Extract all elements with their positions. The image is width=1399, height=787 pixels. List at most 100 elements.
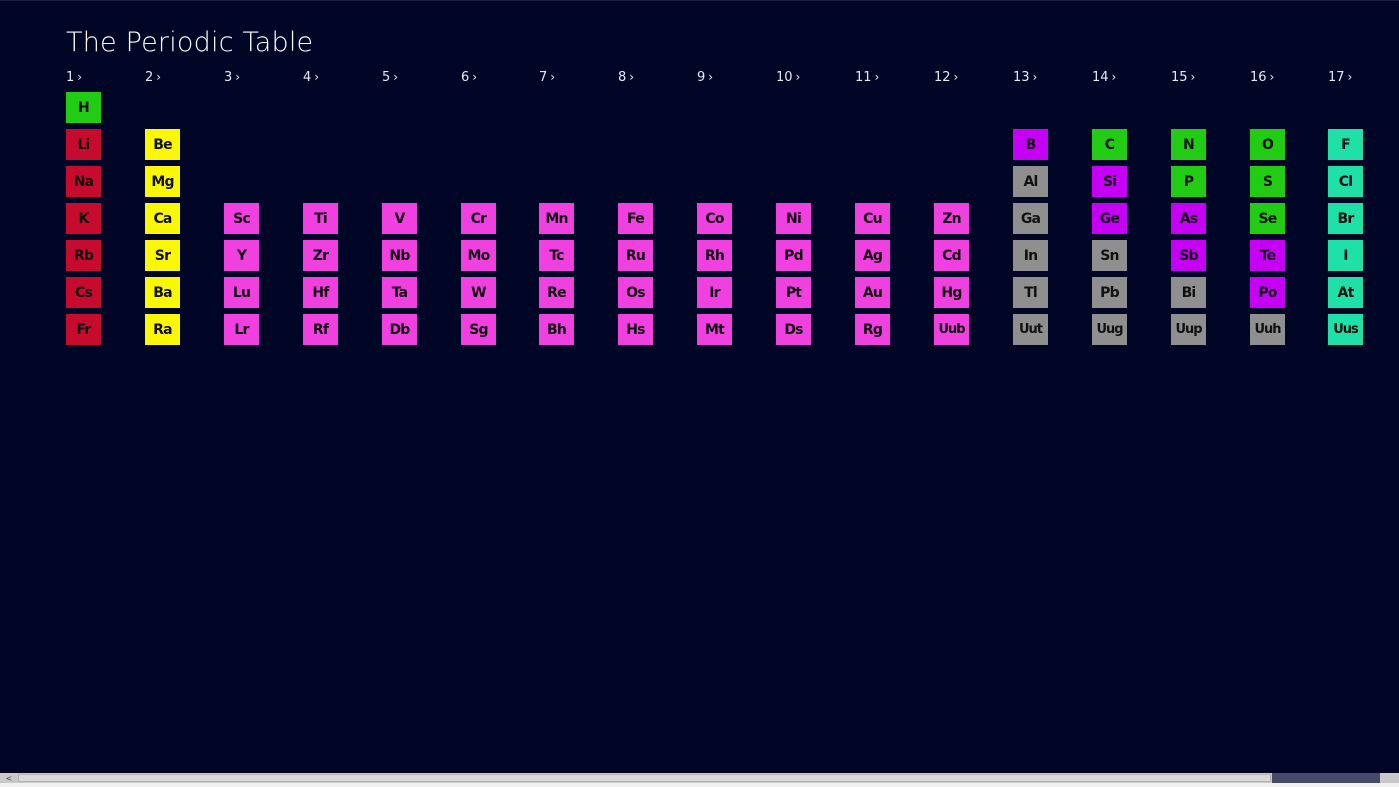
element-tile-bh[interactable]: Bh [539, 314, 574, 345]
element-tile-f[interactable]: F [1328, 129, 1363, 160]
group-header-6[interactable]: 6 › [461, 70, 477, 86]
element-tile-ru[interactable]: Ru [618, 240, 653, 271]
group-header-3[interactable]: 3 › [224, 70, 240, 86]
element-tile-zr[interactable]: Zr [303, 240, 338, 271]
element-tile-n[interactable]: N [1171, 129, 1206, 160]
group-header-17[interactable]: 17 › [1328, 70, 1352, 86]
element-tile-uut[interactable]: Uut [1013, 314, 1048, 345]
element-tile-fe[interactable]: Fe [618, 203, 653, 234]
element-tile-s[interactable]: S [1250, 166, 1285, 197]
element-tile-ti[interactable]: Ti [303, 203, 338, 234]
element-tile-at[interactable]: At [1328, 277, 1363, 308]
group-header-4[interactable]: 4 › [303, 70, 319, 86]
element-tile-sn[interactable]: Sn [1092, 240, 1127, 271]
element-tile-pb[interactable]: Pb [1092, 277, 1127, 308]
element-tile-li[interactable]: Li [66, 129, 101, 160]
group-header-8[interactable]: 8 › [618, 70, 634, 86]
element-tile-ra[interactable]: Ra [145, 314, 180, 345]
element-tile-ba[interactable]: Ba [145, 277, 180, 308]
element-tile-o[interactable]: O [1250, 129, 1285, 160]
element-tile-te[interactable]: Te [1250, 240, 1285, 271]
element-tile-rb[interactable]: Rb [66, 240, 101, 271]
element-tile-pt[interactable]: Pt [776, 277, 811, 308]
element-tile-br[interactable]: Br [1328, 203, 1363, 234]
element-tile-db[interactable]: Db [382, 314, 417, 345]
element-tile-cr[interactable]: Cr [461, 203, 496, 234]
group-header-14[interactable]: 14 › [1092, 70, 1116, 86]
element-tile-co[interactable]: Co [697, 203, 732, 234]
element-tile-hg[interactable]: Hg [934, 277, 969, 308]
element-tile-rh[interactable]: Rh [697, 240, 732, 271]
element-tile-ds[interactable]: Ds [776, 314, 811, 345]
element-tile-au[interactable]: Au [855, 277, 890, 308]
element-tile-ta[interactable]: Ta [382, 277, 417, 308]
element-tile-uup[interactable]: Uup [1171, 314, 1206, 345]
element-tile-ge[interactable]: Ge [1092, 203, 1127, 234]
element-tile-sc[interactable]: Sc [224, 203, 259, 234]
group-header-15[interactable]: 15 › [1171, 70, 1195, 86]
element-tile-uuh[interactable]: Uuh [1250, 314, 1285, 345]
scrollbar-thumb[interactable] [18, 774, 1271, 782]
element-tile-tc[interactable]: Tc [539, 240, 574, 271]
element-tile-cl[interactable]: Cl [1328, 166, 1363, 197]
element-tile-os[interactable]: Os [618, 277, 653, 308]
group-header-5[interactable]: 5 › [382, 70, 398, 86]
element-tile-mg[interactable]: Mg [145, 166, 180, 197]
element-tile-mn[interactable]: Mn [539, 203, 574, 234]
group-header-11[interactable]: 11 › [855, 70, 879, 86]
element-tile-in[interactable]: In [1013, 240, 1048, 271]
element-tile-fr[interactable]: Fr [66, 314, 101, 345]
element-tile-se[interactable]: Se [1250, 203, 1285, 234]
group-header-12[interactable]: 12 › [934, 70, 958, 86]
element-tile-cs[interactable]: Cs [66, 277, 101, 308]
element-tile-v[interactable]: V [382, 203, 417, 234]
element-tile-uus[interactable]: Uus [1328, 314, 1363, 345]
group-header-16[interactable]: 16 › [1250, 70, 1274, 86]
element-tile-hf[interactable]: Hf [303, 277, 338, 308]
element-tile-ag[interactable]: Ag [855, 240, 890, 271]
element-tile-lu[interactable]: Lu [224, 277, 259, 308]
element-tile-pd[interactable]: Pd [776, 240, 811, 271]
element-tile-bi[interactable]: Bi [1171, 277, 1206, 308]
element-tile-ir[interactable]: Ir [697, 277, 732, 308]
element-tile-y[interactable]: Y [224, 240, 259, 271]
element-tile-tl[interactable]: Tl [1013, 277, 1048, 308]
group-header-13[interactable]: 13 › [1013, 70, 1037, 86]
element-tile-hs[interactable]: Hs [618, 314, 653, 345]
horizontal-scrollbar[interactable]: < [0, 773, 1399, 783]
element-tile-na[interactable]: Na [66, 166, 101, 197]
element-tile-sb[interactable]: Sb [1171, 240, 1206, 271]
element-tile-mo[interactable]: Mo [461, 240, 496, 271]
element-tile-w[interactable]: W [461, 277, 496, 308]
element-tile-c[interactable]: C [1092, 129, 1127, 160]
group-header-7[interactable]: 7 › [539, 70, 555, 86]
element-tile-as[interactable]: As [1171, 203, 1206, 234]
element-tile-po[interactable]: Po [1250, 277, 1285, 308]
element-tile-al[interactable]: Al [1013, 166, 1048, 197]
element-tile-k[interactable]: K [66, 203, 101, 234]
element-tile-cu[interactable]: Cu [855, 203, 890, 234]
element-tile-uub[interactable]: Uub [934, 314, 969, 345]
element-tile-nb[interactable]: Nb [382, 240, 417, 271]
element-tile-b[interactable]: B [1013, 129, 1048, 160]
element-tile-cd[interactable]: Cd [934, 240, 969, 271]
element-tile-ga[interactable]: Ga [1013, 203, 1048, 234]
element-tile-zn[interactable]: Zn [934, 203, 969, 234]
element-tile-ni[interactable]: Ni [776, 203, 811, 234]
element-tile-rg[interactable]: Rg [855, 314, 890, 345]
element-tile-be[interactable]: Be [145, 129, 180, 160]
element-tile-h[interactable]: H [66, 92, 101, 123]
chevron-left-icon[interactable]: < [2, 773, 16, 783]
element-tile-rf[interactable]: Rf [303, 314, 338, 345]
group-header-1[interactable]: 1 › [66, 70, 82, 86]
element-tile-sr[interactable]: Sr [145, 240, 180, 271]
element-tile-re[interactable]: Re [539, 277, 574, 308]
scrollbar-track[interactable] [1272, 773, 1380, 783]
group-header-2[interactable]: 2 › [145, 70, 161, 86]
group-header-10[interactable]: 10 › [776, 70, 800, 86]
element-tile-ca[interactable]: Ca [145, 203, 180, 234]
group-header-9[interactable]: 9 › [697, 70, 713, 86]
element-tile-si[interactable]: Si [1092, 166, 1127, 197]
element-tile-p[interactable]: P [1171, 166, 1206, 197]
element-tile-i[interactable]: I [1328, 240, 1363, 271]
